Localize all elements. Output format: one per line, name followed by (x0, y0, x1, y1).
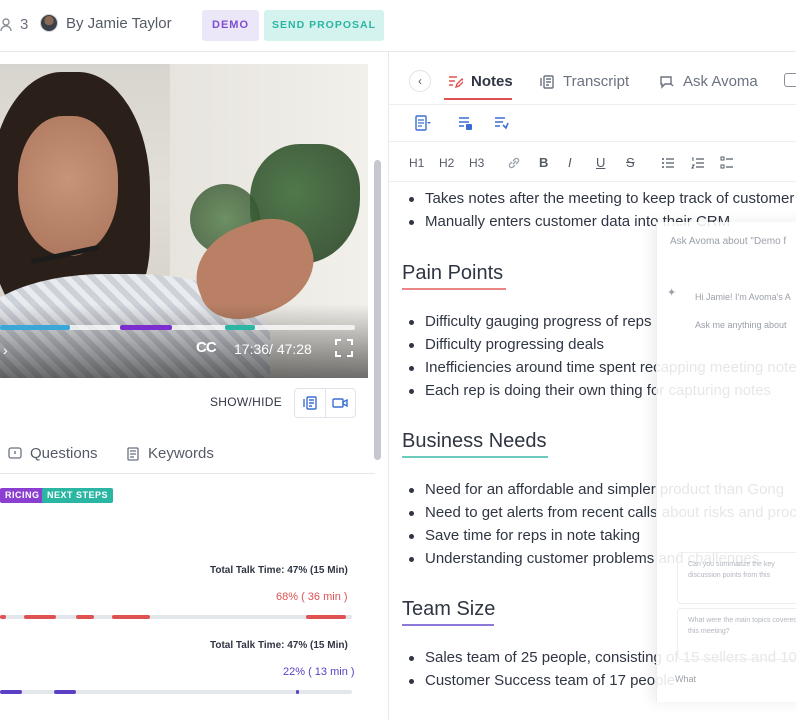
attendee-count: 3 (20, 16, 29, 33)
tab-label: Keywords (148, 445, 214, 462)
link-icon[interactable] (507, 156, 521, 173)
list-add-icon (459, 117, 472, 130)
left-tabs: Questions Keywords (0, 430, 375, 474)
heading-2-button[interactable]: H2 (439, 156, 454, 170)
talk-time-value: 68% ( 36 min ) (276, 591, 348, 603)
sync-notes-button[interactable] (493, 115, 509, 136)
insert-template-button[interactable] (457, 115, 473, 136)
more-tab-icon[interactable] (784, 73, 796, 87)
list-item: Takes notes after the meeting to keep tr… (409, 190, 794, 207)
tab-label: Ask Avoma (683, 73, 758, 90)
format-toolbar: H1 H2 H3 B I U S (389, 142, 796, 182)
right-tabs: ‹ Notes Transcript Ask Avoma (389, 62, 796, 102)
section-heading: Team Size (402, 598, 495, 626)
send-proposal-button[interactable]: SEND PROPOSAL (264, 10, 385, 41)
talk-time-label: Total Talk Time: 47% (15 Min) (210, 565, 348, 576)
talk-time-bar (0, 615, 352, 619)
document-icon (415, 115, 431, 131)
transcript-icon (303, 396, 317, 410)
underline-icon[interactable]: U (596, 155, 605, 170)
talk-time-bar (0, 690, 352, 694)
sparkle-icon: ✦ (667, 287, 677, 299)
suggested-question[interactable]: Can you summarize the key discussion poi… (677, 552, 796, 604)
closed-captions-button[interactable]: CC (196, 339, 217, 356)
author: By Jamie Taylor (40, 14, 172, 32)
list-item: Customer Success team of 17 people (409, 672, 675, 689)
section-heading: Pain Points (402, 262, 506, 290)
list-item: Difficulty gauging progress of reps (409, 313, 652, 330)
video-timestamp: 17:36/ 47:28 (234, 341, 312, 357)
talk-time-label: Total Talk Time: 47% (15 Min) (210, 640, 348, 651)
author-name: By Jamie Taylor (66, 14, 172, 32)
assistant-greeting: Hi Jamie! I'm Avoma's A (695, 292, 791, 302)
show-hide-label: SHOW/HIDE (210, 395, 283, 409)
heading-3-button[interactable]: H3 (469, 156, 484, 170)
italic-icon[interactable]: I (568, 155, 572, 170)
left-scrollbar[interactable] (374, 160, 381, 460)
suggested-question[interactable]: What were the main topics covered in thi… (677, 608, 796, 660)
chat-sparkle-icon (660, 75, 674, 89)
tab-notes[interactable]: Notes (447, 73, 513, 90)
attendees[interactable]: 3 (0, 16, 28, 33)
video-player[interactable] (0, 64, 368, 378)
collapse-button[interactable]: ‹ (409, 70, 431, 92)
tab-keywords[interactable]: Keywords (126, 445, 214, 462)
list-item: Difficulty progressing deals (409, 336, 604, 353)
video-camera-icon (332, 398, 348, 408)
tag-next-steps[interactable]: NEXT STEPS (42, 488, 114, 503)
tab-label: Questions (30, 445, 98, 462)
ask-input[interactable]: What (675, 674, 696, 684)
tab-ask-avoma[interactable]: Ask Avoma (659, 73, 758, 90)
top-bar: 3 By Jamie Taylor DEMO SEND PROPOSAL (0, 0, 796, 52)
talk-time-value: 22% ( 13 min ) (283, 666, 355, 678)
video-toggle[interactable] (324, 389, 356, 417)
tag-pricing[interactable]: RICING (0, 488, 45, 503)
template-dropdown[interactable] (411, 115, 433, 136)
list-sync-icon (495, 117, 509, 130)
demo-badge[interactable]: DEMO (202, 10, 259, 41)
transcript-toggle[interactable] (295, 389, 325, 417)
bold-icon[interactable]: B (539, 155, 548, 170)
show-hide-toggle[interactable] (294, 388, 356, 418)
document-icon (127, 446, 139, 461)
notes-icon (449, 75, 463, 88)
question-icon (8, 446, 22, 459)
checklist-icon[interactable] (720, 156, 734, 173)
fullscreen-icon[interactable] (334, 338, 354, 358)
chevron-left-icon[interactable]: › (3, 342, 8, 358)
tab-questions[interactable]: Questions (8, 445, 98, 462)
document-toolbar (389, 104, 796, 142)
tab-label: Transcript (563, 73, 630, 90)
active-tab-indicator (444, 98, 512, 100)
section-heading: Business Needs (402, 430, 548, 458)
ask-avoma-panel: Ask Avoma about "Demo f ✦ Hi Jamie! I'm … (656, 222, 796, 702)
ask-avoma-header: Ask Avoma about "Demo f (670, 236, 787, 247)
chevron-left-icon: ‹ (418, 74, 422, 88)
avatar (40, 14, 58, 32)
assistant-prompt: Ask me anything about (695, 320, 787, 330)
bullet-list-icon[interactable] (661, 156, 675, 173)
people-icon (0, 17, 12, 31)
tab-label: Notes (471, 73, 513, 90)
transcript-icon (540, 74, 554, 89)
video-progress-bar[interactable] (0, 325, 355, 330)
strikethrough-icon[interactable]: S (626, 155, 635, 170)
tab-transcript[interactable]: Transcript (539, 73, 629, 90)
numbered-list-icon[interactable] (691, 156, 705, 173)
heading-1-button[interactable]: H1 (409, 156, 424, 170)
list-item: Save time for reps in note taking (409, 527, 640, 544)
